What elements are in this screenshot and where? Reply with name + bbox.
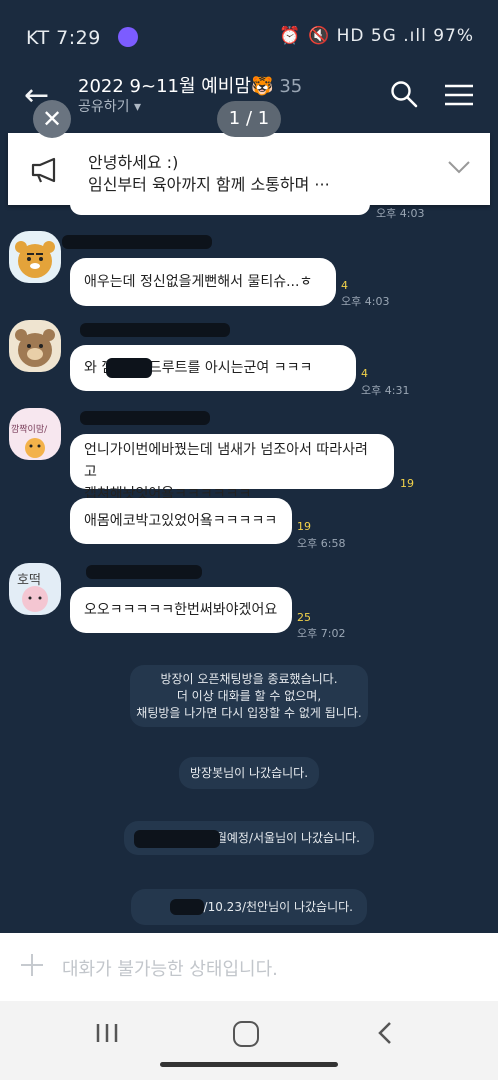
menu-icon[interactable] [444,84,474,106]
system-message: 3/10.23/천안님이 나갔습니다. [131,889,367,925]
avatar[interactable]: 깜짝이맘/ [9,408,61,460]
recent-apps-icon[interactable] [95,1023,119,1043]
system-message: 방장봇님이 나갔습니다. [179,757,319,789]
message-time: 오후 7:02 [297,627,346,640]
chat-title: 2022 9~11월 예비맘🐯 35 [78,72,302,98]
system-line: 채팅방을 나가면 다시 입장할 수 없게 됩니다. [136,706,362,720]
navigation-bar [0,1001,498,1080]
close-button[interactable]: ✕ [33,100,71,138]
message-time: 오후 4:31 [361,384,410,397]
unread-count: 19 [297,520,311,533]
redacted-text [106,358,152,378]
status-carrier-time: KT 7:29 [26,27,101,49]
redacted-name [62,235,212,249]
notice-line-2: 임신부터 육아까지 함께 소통하며 ··· [88,175,330,194]
unread-count: 19 [400,477,414,490]
redacted-name [86,565,202,579]
status-bar: KT 7:29 ⏰ 🔇 HD 5G .ıll 97% [0,0,498,72]
gesture-pill [160,1062,338,1067]
redacted-name [80,323,230,337]
search-icon[interactable] [390,80,418,108]
chevron-down-icon[interactable] [448,160,470,174]
avatar[interactable]: 호떡 [9,563,61,615]
back-nav-icon[interactable] [376,1021,394,1045]
chat-area[interactable]: 오후 4:03 애우는데 정신없을게뻔해서 물티슈...ㅎㅎ 4 오후 4:03… [0,193,498,933]
message-text: 애몸에코박고있었어욬ㅋㅋㅋㅋㅋ [84,513,278,529]
system-text: 방장봇님이 나갔습니다. [189,766,309,780]
avatar[interactable] [9,231,61,283]
system-text: /11월예정/서울님이 나갔습니다. [196,831,360,845]
message-text: 오오ㅋㅋㅋㅋㅋ한번써봐야겠어요 [84,602,278,618]
page-indicator: 1 / 1 [217,101,281,137]
system-text: 3/10.23/천안님이 나갔습니다. [195,900,353,914]
share-dropdown[interactable]: 공유하기 ▾ [78,96,141,116]
tiger-emoji-icon: 🐯 [250,76,274,97]
home-icon[interactable] [233,1021,259,1047]
message-input-bar: 대화가 불가능한 상태입니다. [0,933,498,1001]
message-bubble[interactable]: 오오ㅋㅋㅋㅋㅋ한번써봐야겠어요 [70,587,292,633]
notification-icon [118,27,138,47]
unread-count: 4 [361,367,368,380]
plus-icon[interactable] [20,953,44,977]
message-bubble [70,193,370,215]
system-line: 방장이 오픈채팅방을 종료했습니다. [160,672,338,686]
message-time: 오후 6:58 [297,537,346,550]
redacted-name [80,411,210,425]
message-bubble[interactable]: 애우는데 정신없을게뻔해서 물티슈...ㅎㅎ [70,258,336,338]
redacted-text [134,830,220,848]
message-time: 오후 4:03 [341,295,390,308]
avatar-label: 깜짝이맘/ [11,425,48,435]
message-text-line: 언니가이번에바꿨는데 냄새가 넘조아서 따라사려고 [84,442,368,480]
message-bubble[interactable]: 애몸에코박고있었어욬ㅋㅋㅋㅋㅋ [70,498,292,544]
message-bubble[interactable]: 언니가이번에바꿨는데 냄새가 넘조아서 따라사려고 캡쳐해놧엇어욬ㅋㅋㅋㅋㅋㅋ [70,434,394,502]
unread-count: 25 [297,611,311,624]
system-message: 방장이 오픈채팅방을 종료했습니다. 더 이상 대화를 할 수 없으며, 채팅방… [130,665,368,727]
member-count: 35 [279,76,303,97]
redacted-text [170,899,204,915]
avatar-label: 호떡 [17,573,41,588]
ryan-avatar-icon [15,241,55,278]
system-line: 더 이상 대화를 할 수 없으며, [176,689,322,703]
unread-count: 4 [341,279,348,292]
message-time: 오후 4:03 [376,207,425,220]
chat-title-text: 2022 9~11월 예비맘 [78,76,251,97]
notice-line-1: 안녕하세요 :) [88,153,179,172]
megaphone-icon [31,157,56,183]
status-indicators: ⏰ 🔇 HD 5G .ıll 97% [279,26,474,46]
bear-avatar-icon [15,329,55,367]
message-input[interactable]: 대화가 불가능한 상태입니다. [62,955,278,981]
avatar[interactable] [9,320,61,372]
